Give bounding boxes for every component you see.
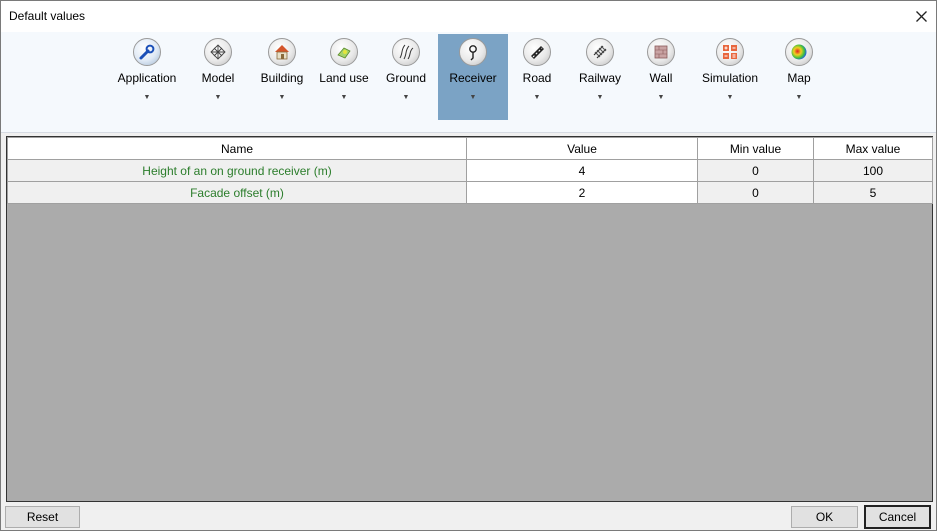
chevron-down-icon: ▼: [795, 94, 803, 101]
chevron-down-icon: ▼: [469, 94, 477, 101]
chevron-down-icon: ▼: [596, 94, 604, 101]
chevron-down-icon: ▼: [214, 94, 222, 101]
chevron-down-icon: ▼: [402, 94, 410, 101]
column-header-name[interactable]: Name: [7, 137, 467, 160]
chevron-down-icon: ▼: [657, 94, 665, 101]
row-name-cell: Height of an on ground receiver (m): [7, 159, 467, 182]
row-min-cell: 0: [697, 159, 814, 182]
table-row: Facade offset (m) 2 0 5: [7, 181, 933, 204]
row-name-cell: Facade offset (m): [7, 181, 467, 204]
land-use-icon: [330, 38, 358, 66]
chevron-down-icon: ▼: [143, 94, 151, 101]
chevron-down-icon: ▼: [533, 94, 541, 101]
ribbon-label-simulation: Simulation: [701, 71, 759, 85]
ribbon-label-railway: Railway: [578, 71, 621, 85]
wall-icon: [647, 38, 675, 66]
ribbon-label-map: Map: [787, 71, 811, 85]
column-header-value[interactable]: Value: [466, 137, 698, 160]
ribbon-label-wall: Wall: [649, 71, 673, 85]
column-header-min-value[interactable]: Min value: [697, 137, 814, 160]
railway-icon: [586, 38, 614, 66]
ribbon-item-application[interactable]: Application ▼: [115, 34, 179, 120]
ok-button[interactable]: OK: [791, 506, 858, 528]
values-grid: Name Value Min value Max value Height of…: [6, 136, 933, 502]
ribbon-item-railway[interactable]: Railway ▼: [572, 34, 628, 120]
dialog-window: Default values Application ▼ Model ▼ Bui…: [0, 0, 937, 531]
ribbon-item-wall[interactable]: Wall ▼: [633, 34, 689, 120]
row-max-cell: 100: [813, 159, 933, 182]
wrench-icon: [133, 38, 161, 66]
ribbon-label-application: Application: [117, 71, 177, 85]
window-title: Default values: [9, 9, 86, 23]
cancel-button[interactable]: Cancel: [864, 505, 931, 529]
ribbon-item-receiver[interactable]: Receiver ▼: [438, 34, 508, 120]
calculator-icon: [716, 38, 744, 66]
reset-button[interactable]: Reset: [5, 506, 80, 528]
road-icon: [523, 38, 551, 66]
row-value-cell[interactable]: 4: [466, 159, 698, 182]
ribbon-item-simulation[interactable]: Simulation ▼: [696, 34, 764, 120]
row-value-cell[interactable]: 2: [466, 181, 698, 204]
ground-icon: [392, 38, 420, 66]
chevron-down-icon: ▼: [278, 94, 286, 101]
mesh-icon: [204, 38, 232, 66]
ribbon-label-building: Building: [260, 71, 304, 85]
ribbon-label-road: Road: [522, 71, 552, 85]
ribbon-item-building[interactable]: Building ▼: [254, 34, 310, 120]
ribbon-item-ground[interactable]: Ground ▼: [378, 34, 434, 120]
chevron-down-icon: ▼: [340, 94, 348, 101]
category-ribbon: Application ▼ Model ▼ Building ▼ Land us…: [1, 32, 936, 133]
header-row: Name Value Min value Max value: [7, 137, 933, 160]
column-header-max-value[interactable]: Max value: [813, 137, 933, 160]
ribbon-item-road[interactable]: Road ▼: [509, 34, 565, 120]
receiver-icon: [459, 38, 487, 66]
values-table: Name Value Min value Max value Height of…: [7, 137, 933, 204]
ribbon-item-model[interactable]: Model ▼: [190, 34, 246, 120]
row-min-cell: 0: [697, 181, 814, 204]
table-row: Height of an on ground receiver (m) 4 0 …: [7, 159, 933, 182]
close-button[interactable]: [906, 1, 936, 32]
ribbon-item-map[interactable]: Map ▼: [771, 34, 827, 120]
chevron-down-icon: ▼: [726, 94, 734, 101]
house-icon: [268, 38, 296, 66]
map-icon: [785, 38, 813, 66]
ribbon-label-ground: Ground: [385, 71, 427, 85]
ribbon-label-land-use: Land use: [319, 71, 369, 85]
ribbon-label-receiver: Receiver: [449, 71, 497, 85]
close-icon: [915, 11, 927, 22]
row-max-cell: 5: [813, 181, 933, 204]
ribbon-item-land-use[interactable]: Land use ▼: [316, 34, 372, 120]
title-bar: Default values: [1, 1, 936, 32]
ribbon-label-model: Model: [201, 71, 235, 85]
